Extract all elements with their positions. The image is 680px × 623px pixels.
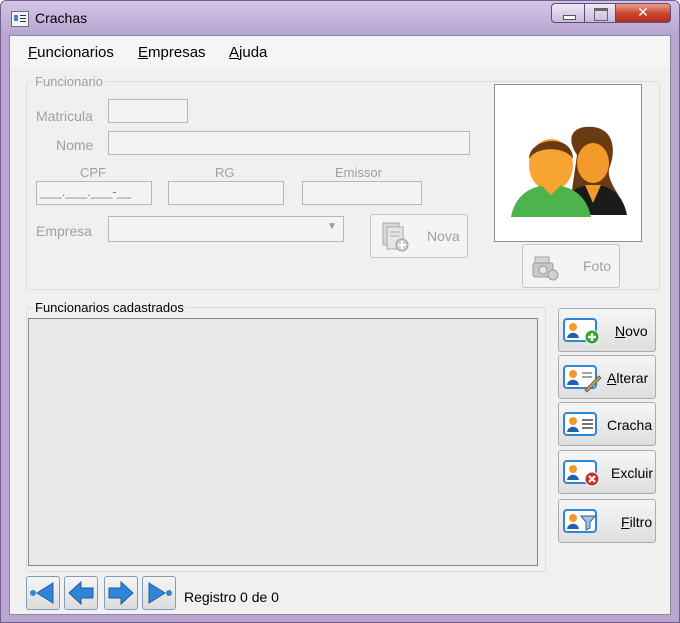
- empresa-label: Empresa: [36, 223, 93, 239]
- alterar-label: Alterar: [607, 370, 649, 386]
- matricula-label: Matricula: [36, 108, 93, 124]
- funcionario-legend: Funcionario: [35, 74, 103, 89]
- first-icon: [30, 582, 54, 604]
- filtro-button[interactable]: Filtro: [558, 499, 656, 543]
- card-delete-icon: [563, 460, 600, 487]
- client-area: Funcionarios Empresas Ajuda Funcionario …: [9, 35, 671, 615]
- app-icon: [11, 11, 29, 27]
- last-record-button[interactable]: [142, 576, 176, 610]
- excluir-label: Excluir: [611, 465, 654, 481]
- previous-record-button[interactable]: [64, 576, 98, 610]
- nome-label: Nome: [56, 137, 94, 153]
- nome-field[interactable]: [108, 131, 470, 155]
- camera-icon: [532, 256, 559, 281]
- close-icon: ✕: [637, 5, 649, 21]
- title-bar[interactable]: Crachas ✕: [1, 1, 679, 35]
- photo-frame: [494, 84, 642, 242]
- foto-button[interactable]: Foto: [522, 244, 620, 288]
- users-icon: [511, 126, 627, 217]
- alterar-button[interactable]: Alterar: [558, 355, 656, 399]
- next-record-button[interactable]: [104, 576, 138, 610]
- next-icon: [108, 580, 134, 606]
- maximize-button[interactable]: [584, 3, 616, 23]
- previous-icon: [68, 580, 94, 606]
- nova-empresa-button[interactable]: Nova: [370, 214, 468, 258]
- last-icon: [148, 582, 172, 604]
- cpf-mask: ___.___.___-__: [40, 184, 132, 199]
- first-record-button[interactable]: [26, 576, 60, 610]
- maximize-icon: [594, 8, 608, 21]
- card-edit-icon: [563, 365, 602, 393]
- menu-ajuda[interactable]: Ajuda: [229, 44, 267, 61]
- novo-label: Novo: [615, 323, 648, 339]
- excluir-button[interactable]: Excluir: [558, 450, 656, 494]
- funcionarios-grid[interactable]: [28, 318, 538, 566]
- cracha-label: Cracha: [607, 417, 653, 433]
- menu-funcionarios[interactable]: Funcionarios: [28, 44, 114, 61]
- matricula-field[interactable]: [108, 99, 188, 123]
- chevron-down-icon: ▼: [327, 221, 337, 232]
- emissor-label: Emissor: [335, 165, 382, 180]
- menu-empresas[interactable]: Empresas: [138, 44, 206, 61]
- cpf-field[interactable]: ___.___.___-__: [36, 181, 152, 205]
- app-window: Crachas ✕ Funcionarios Empresas Ajuda Fu…: [0, 0, 680, 623]
- minimize-button[interactable]: [551, 3, 585, 23]
- close-button[interactable]: ✕: [615, 3, 671, 23]
- empresa-dropdown[interactable]: ▼: [108, 216, 344, 242]
- card-filter-icon: [563, 509, 597, 533]
- menu-bar: Funcionarios Empresas Ajuda: [10, 36, 670, 68]
- card-badge-icon: [563, 412, 597, 436]
- filtro-label: Filtro: [621, 514, 653, 530]
- rg-field[interactable]: [168, 181, 284, 205]
- record-status: Registro 0 de 0: [184, 589, 279, 605]
- window-title: Crachas: [35, 10, 88, 26]
- minimize-icon: [563, 15, 576, 20]
- foto-label: Foto: [583, 258, 612, 274]
- new-document-icon: [382, 222, 409, 252]
- rg-label: RG: [215, 165, 235, 180]
- emissor-field[interactable]: [302, 181, 422, 205]
- funcionarios-legend: Funcionarios cadastrados: [35, 300, 184, 315]
- novo-button[interactable]: Novo: [558, 308, 656, 352]
- cracha-button[interactable]: Cracha: [558, 402, 656, 446]
- cpf-label: CPF: [80, 165, 106, 180]
- card-add-icon: [563, 318, 600, 345]
- nova-label: Nova: [427, 228, 460, 244]
